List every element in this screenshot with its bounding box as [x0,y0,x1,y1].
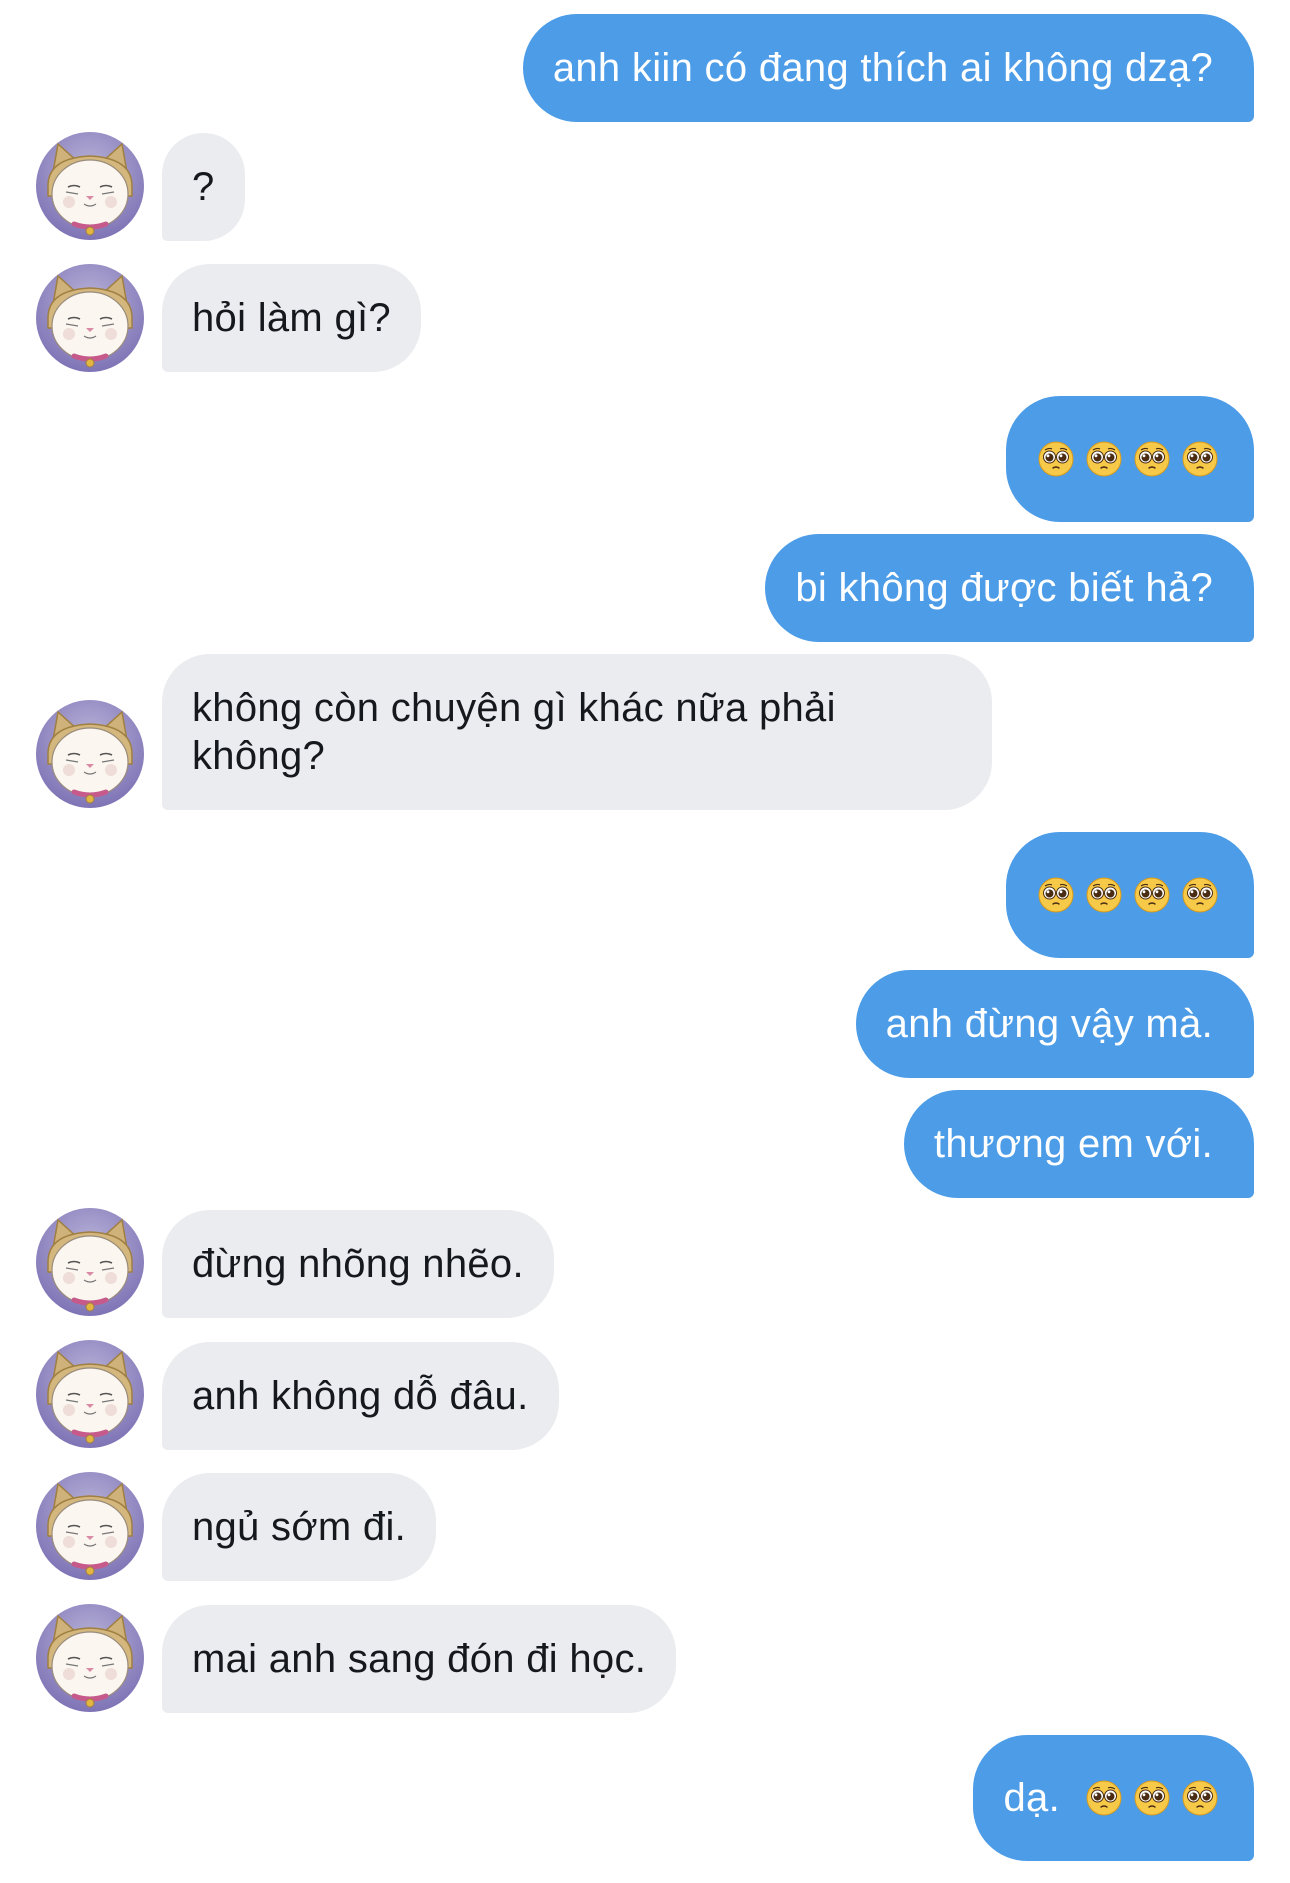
pleading-face-emoji-icon [1038,441,1074,477]
emoji-row [1038,441,1218,477]
incoming-message[interactable]: ? [162,133,245,241]
pleading-face-emoji-icon [1086,1780,1122,1816]
message-text: ngủ sớm đi. [192,1505,407,1549]
outgoing-emoji-message[interactable] [1006,396,1254,522]
pleading-face-emoji-icon [1134,441,1170,477]
cat-avatar-icon[interactable] [36,1208,144,1316]
outgoing-emoji-message[interactable]: dạ. [973,1735,1254,1861]
pleading-face-emoji-icon [1134,877,1170,913]
incoming-message[interactable]: hỏi làm gì? [162,264,421,372]
pleading-face-emoji-icon [1086,441,1122,477]
message-text: dạ. [1003,1776,1060,1820]
message-text: anh kiin có đang thích ai không dzạ? [552,46,1213,90]
cat-avatar-icon[interactable] [36,132,144,240]
message-text: mai anh sang đón đi học. [192,1637,647,1681]
pleading-face-emoji-icon [1038,877,1074,913]
pleading-face-emoji-icon [1182,877,1218,913]
cat-avatar-icon[interactable] [36,1472,144,1580]
message-text: anh đừng vậy mà. [885,1002,1213,1046]
cat-avatar-icon[interactable] [36,264,144,372]
cat-avatar-icon[interactable] [36,1340,144,1448]
pleading-face-emoji-icon [1086,877,1122,913]
emoji-row: dạ. [1003,1774,1218,1822]
pleading-face-emoji-icon [1134,1780,1170,1816]
incoming-message[interactable]: anh không dỗ đâu. [162,1342,559,1450]
cat-avatar-icon[interactable] [36,700,144,808]
cat-avatar-icon[interactable] [36,1604,144,1712]
outgoing-emoji-message[interactable] [1006,832,1254,958]
message-text: hỏi làm gì? [192,296,391,340]
chat-thread: anh kiin có đang thích ai không dzạ? ? h… [0,0,1290,1883]
pleading-face-emoji-icon [1182,1780,1218,1816]
message-text: bi không được biết hả? [795,566,1213,610]
incoming-message[interactable]: ngủ sớm đi. [162,1473,437,1581]
outgoing-message[interactable]: thương em với. [903,1090,1254,1198]
incoming-message[interactable]: không còn chuyện gì khác nữa phải không? [162,654,992,810]
message-text: anh không dỗ đâu. [192,1374,529,1418]
message-text-line: không? [192,734,326,778]
emoji-row [1038,877,1218,913]
message-text-line: không còn chuyện gì khác nữa phải [192,686,836,730]
outgoing-message[interactable]: bi không được biết hả? [765,534,1254,642]
outgoing-message[interactable]: anh kiin có đang thích ai không dzạ? [522,14,1254,122]
outgoing-message[interactable]: anh đừng vậy mà. [855,970,1254,1078]
message-text: thương em với. [933,1122,1213,1166]
message-text: đừng nhõng nhẽo. [192,1242,524,1286]
incoming-message[interactable]: mai anh sang đón đi học. [162,1605,677,1713]
incoming-message[interactable]: đừng nhõng nhẽo. [162,1210,554,1318]
pleading-face-emoji-icon [1182,441,1218,477]
message-text: ? [192,165,215,209]
